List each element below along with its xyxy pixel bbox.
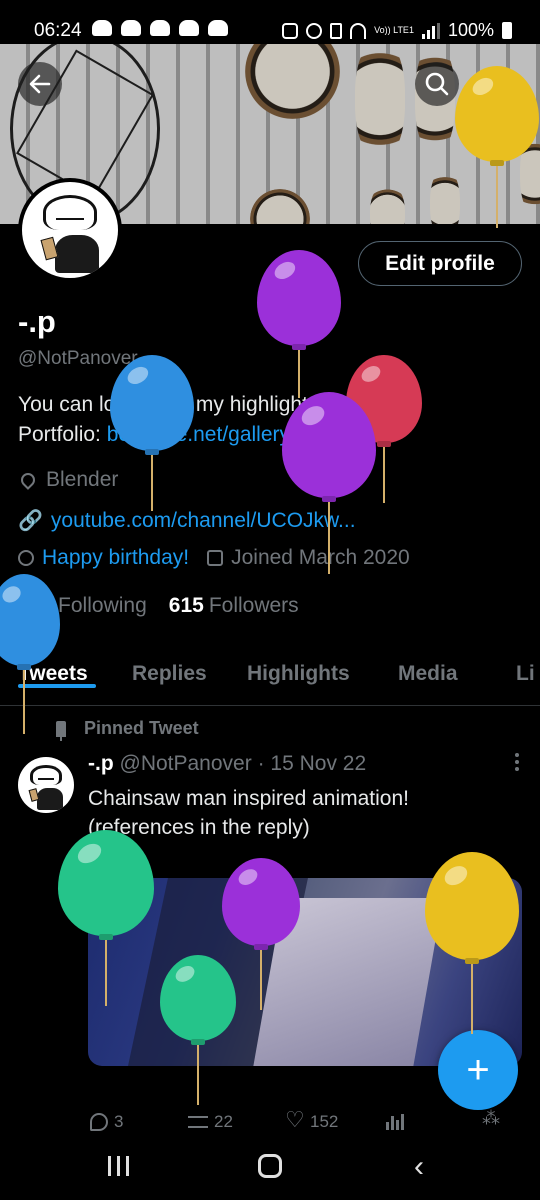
recents-button[interactable] bbox=[108, 1156, 129, 1176]
compose-tweet-button[interactable]: + bbox=[438, 1030, 518, 1110]
birthday-link[interactable]: Happy birthday! bbox=[42, 546, 189, 570]
tweet-author-name[interactable]: -.p bbox=[88, 752, 114, 775]
home-button[interactable] bbox=[258, 1154, 282, 1178]
link-icon: 🔗 bbox=[18, 510, 43, 532]
balloon bbox=[110, 355, 194, 515]
back-nav-button[interactable]: ‹ bbox=[414, 1152, 424, 1182]
tweet-author-handle[interactable]: @NotPanover bbox=[120, 752, 252, 775]
game-notification-icon bbox=[179, 20, 199, 36]
retweet-button[interactable]: 22 bbox=[188, 1112, 233, 1132]
status-bar: 06:24 Vo)) LTE1 100% bbox=[0, 0, 540, 44]
heart-icon bbox=[285, 1107, 305, 1133]
reply-count: 3 bbox=[114, 1112, 124, 1131]
profile-location: Blender bbox=[18, 468, 118, 492]
profile-tabs: Tweets Replies Highlights Media Li bbox=[0, 650, 540, 706]
status-time: 06:24 bbox=[34, 20, 82, 41]
followers-link[interactable]: 615 Followers bbox=[169, 594, 299, 618]
profile-name: -.p bbox=[18, 304, 56, 339]
tab-highlights[interactable]: Highlights bbox=[247, 662, 350, 686]
more-notifications-dot bbox=[213, 27, 219, 33]
network-label: Vo)) LTE1 bbox=[374, 25, 414, 35]
tab-likes[interactable]: Li bbox=[516, 662, 535, 686]
tweet-date[interactable]: 15 Nov 22 bbox=[270, 752, 366, 775]
retweet-count: 22 bbox=[214, 1112, 233, 1131]
tab-replies[interactable]: Replies bbox=[132, 662, 207, 686]
share-button[interactable] bbox=[482, 1108, 500, 1130]
status-right: Vo)) LTE1 100% bbox=[282, 20, 512, 41]
tweet-more-button[interactable] bbox=[505, 752, 528, 772]
pinned-tweet-label: Pinned Tweet bbox=[56, 718, 199, 741]
stats-icon bbox=[386, 1112, 404, 1130]
game-notification-icon bbox=[150, 20, 170, 36]
edit-profile-button[interactable]: Edit profile bbox=[358, 241, 522, 286]
mute-icon bbox=[330, 22, 343, 39]
game-notification-icon bbox=[121, 20, 141, 36]
balloon bbox=[0, 574, 60, 738]
battery-icon bbox=[502, 22, 512, 39]
tweet-actions: 3 22 152 bbox=[88, 1107, 518, 1138]
balloon bbox=[257, 250, 341, 402]
arrow-left-icon bbox=[29, 74, 51, 94]
profile-avatar[interactable] bbox=[18, 178, 122, 282]
balloon bbox=[425, 852, 519, 1038]
back-button[interactable] bbox=[18, 62, 62, 106]
battery-percent: 100% bbox=[447, 20, 494, 40]
balloon bbox=[455, 66, 539, 232]
signal-icon bbox=[421, 22, 440, 39]
location-icon bbox=[18, 470, 38, 490]
retweet-icon bbox=[188, 1116, 208, 1128]
reply-icon bbox=[90, 1113, 108, 1131]
tab-media[interactable]: Media bbox=[398, 662, 458, 686]
reply-button[interactable]: 3 bbox=[90, 1112, 123, 1132]
tweet-header: -.p @NotPanover · 15 Nov 22 bbox=[88, 752, 367, 775]
system-nav-bar: ‹ bbox=[0, 1140, 540, 1200]
game-notification-icon bbox=[92, 20, 112, 36]
search-icon bbox=[425, 72, 449, 96]
bio-portfolio-line: Portfolio: behance.net/gallery/16071... bbox=[18, 423, 372, 446]
balloon bbox=[160, 955, 236, 1109]
views-button[interactable] bbox=[386, 1112, 404, 1130]
like-count: 152 bbox=[310, 1112, 339, 1131]
share-icon bbox=[482, 1108, 500, 1130]
calendar-icon bbox=[207, 550, 224, 566]
search-button[interactable] bbox=[415, 62, 459, 106]
balloon bbox=[282, 392, 376, 578]
alarm-icon bbox=[306, 22, 323, 39]
app-icon bbox=[282, 22, 299, 39]
balloon-icon bbox=[18, 550, 34, 566]
tweet-author-avatar[interactable] bbox=[18, 757, 74, 813]
follow-stats: 270Following 615Followers bbox=[18, 594, 299, 618]
more-vertical-icon bbox=[515, 753, 519, 771]
like-button[interactable]: 152 bbox=[285, 1107, 339, 1133]
notification-icons bbox=[92, 20, 228, 36]
balloon bbox=[58, 830, 154, 1010]
wifi-icon bbox=[350, 22, 367, 39]
